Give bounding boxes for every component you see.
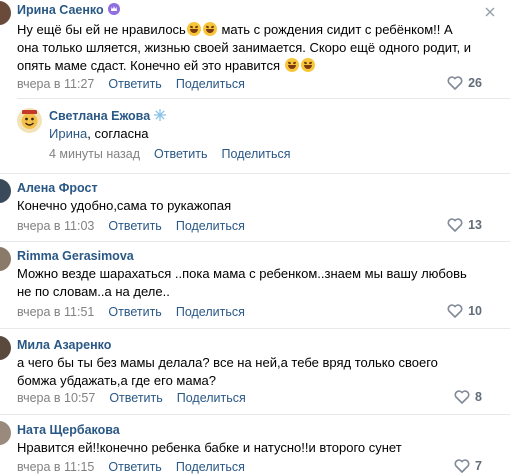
- comment-text: Конечно удобно,сама то рукажопая: [17, 198, 232, 213]
- rofl-emoji-icon: [284, 58, 299, 72]
- reply-link[interactable]: Ответить: [154, 147, 207, 161]
- like-button[interactable]: 26: [447, 76, 482, 90]
- like-count: 26: [468, 76, 482, 90]
- divider: [0, 414, 510, 415]
- reply-link[interactable]: Ответить: [108, 460, 161, 474]
- like-count: 8: [475, 390, 482, 404]
- crown-badge-icon: [107, 3, 120, 18]
- heart-outline-icon: [447, 304, 463, 318]
- avatar[interactable]: [0, 247, 11, 271]
- reply-link[interactable]: Ответить: [109, 391, 162, 405]
- divider: [0, 173, 510, 174]
- comment-author[interactable]: Мила Азаренко: [17, 338, 111, 352]
- comment-text: Нравится ей!!конечно ребенка бабке и нат…: [17, 440, 402, 455]
- comment-meta: вчера в 11:15 Ответить Поделиться: [17, 460, 245, 474]
- comment-meta: вчера в 10:57 Ответить Поделиться: [17, 391, 246, 405]
- comment-meta: 4 минуты назад Ответить Поделиться: [49, 147, 291, 161]
- like-count: 7: [475, 459, 482, 473]
- divider: [17, 98, 510, 99]
- like-count: 10: [468, 304, 482, 318]
- share-link[interactable]: Поделиться: [176, 219, 245, 233]
- comment-meta: вчера в 11:27 Ответить Поделиться: [17, 77, 245, 91]
- share-link[interactable]: Поделиться: [176, 460, 245, 474]
- heart-outline-icon: [454, 390, 470, 404]
- comment-time[interactable]: вчера в 11:03: [17, 219, 94, 233]
- share-link[interactable]: Поделиться: [221, 147, 290, 161]
- divider: [0, 241, 510, 242]
- rofl-emoji-icon: [300, 58, 315, 72]
- comment-text: Ирина, согласна: [49, 126, 149, 141]
- share-link[interactable]: Поделиться: [176, 305, 245, 319]
- heart-outline-icon: [454, 459, 470, 473]
- reply-mention-link[interactable]: Ирина: [49, 126, 87, 141]
- comment-time[interactable]: вчера в 10:57: [17, 391, 95, 405]
- comment-author[interactable]: Алена Фрост: [17, 181, 98, 195]
- reply-link[interactable]: Ответить: [108, 219, 161, 233]
- like-button[interactable]: 10: [447, 304, 482, 318]
- divider: [0, 328, 510, 329]
- comment-time[interactable]: вчера в 11:15: [17, 460, 94, 474]
- comment-text: Можно везде шарахаться ..пока мама с реб…: [17, 266, 467, 299]
- comment-author[interactable]: Ирина Саенко: [17, 3, 120, 18]
- like-button[interactable]: 8: [454, 390, 482, 404]
- comment-text: Ну ещё бы ей не нравилось мать с рождени…: [17, 22, 472, 73]
- rofl-emoji-icon: [186, 22, 201, 36]
- avatar[interactable]: [0, 1, 11, 25]
- avatar[interactable]: [0, 421, 11, 445]
- like-button[interactable]: 7: [454, 459, 482, 473]
- avatar[interactable]: [0, 179, 11, 203]
- share-link[interactable]: Поделиться: [176, 77, 245, 91]
- avatar[interactable]: [17, 108, 42, 133]
- reply-link[interactable]: Ответить: [108, 305, 161, 319]
- avatar[interactable]: [0, 336, 11, 360]
- comment-time[interactable]: 4 минуты назад: [49, 147, 140, 161]
- heart-outline-icon: [447, 76, 463, 90]
- comment-meta: вчера в 11:51 Ответить Поделиться: [17, 305, 245, 319]
- snowflake-icon: [154, 109, 167, 124]
- comment-text: а чего бы ты без мамы делала? все на ней…: [17, 355, 438, 388]
- like-button[interactable]: 13: [447, 218, 482, 232]
- rofl-emoji-icon: [202, 22, 217, 36]
- comment-time[interactable]: вчера в 11:51: [17, 305, 94, 319]
- close-icon[interactable]: [484, 6, 496, 18]
- like-count: 13: [468, 218, 482, 232]
- reply-link[interactable]: Ответить: [108, 77, 161, 91]
- heart-outline-icon: [447, 218, 463, 232]
- comment-time[interactable]: вчера в 11:27: [17, 77, 94, 91]
- share-link[interactable]: Поделиться: [177, 391, 246, 405]
- comment-author[interactable]: Rimma Gerasimova: [17, 249, 134, 263]
- comment-author[interactable]: Ната Щербакова: [17, 423, 120, 437]
- comment-author[interactable]: Светлана Ежова: [49, 109, 167, 124]
- comment-meta: вчера в 11:03 Ответить Поделиться: [17, 219, 245, 233]
